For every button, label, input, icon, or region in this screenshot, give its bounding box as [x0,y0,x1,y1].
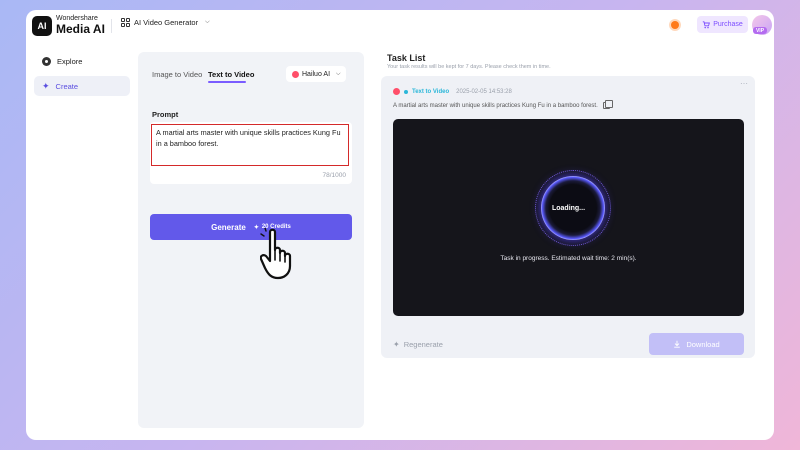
grid-icon [121,18,130,27]
prompt-input[interactable]: A martial arts master with unique skills… [151,124,349,166]
task-list-subtitle: Your task results will be kept for 7 day… [387,64,551,70]
sparkle-icon: ✦ [42,80,50,91]
task-meta: Text to Video 2025-02-05 14:53:28 [393,88,512,95]
brand: Wondershare Media AI [56,15,105,35]
brand-name: Media AI [56,22,105,36]
chevron-down-icon: ⌵ [336,70,341,77]
app-window: AI Wondershare Media AI AI Video Generat… [26,10,774,440]
generate-label: Generate [211,222,246,232]
model-select[interactable]: Hailuo AI ⌵ [286,66,346,82]
progress-status: Task in progress. Estimated wait time: 2… [500,255,637,262]
purchase-button[interactable]: Purchase [697,16,748,33]
compass-icon [42,56,51,66]
video-preview: Loading... Task in progress. Estimated w… [393,119,744,316]
notification-icon[interactable] [671,21,679,29]
chevron-down-icon: ⌵ [205,19,210,25]
task-prompt: A martial arts master with unique skills… [393,100,614,109]
more-options-icon[interactable]: ⋯ [740,79,749,88]
cart-icon [703,20,711,28]
download-label: Download [686,339,720,349]
tab-text-to-video[interactable]: Text to Video [208,70,254,79]
brand-top-text: Wondershare [56,15,98,22]
prompt-label: Prompt [152,110,179,119]
vip-badge: VIP [753,27,767,34]
model-label: Hailuo AI [302,70,331,78]
regenerate-label: Regenerate [403,340,443,349]
generate-button[interactable]: Generate ✦ 20 Credits [150,214,352,240]
tab-image-to-video[interactable]: Image to Video [152,70,202,79]
top-header: AI Wondershare Media AI AI Video Generat… [26,10,774,42]
generator-panel: Image to Video Text to Video Hailuo AI ⌵… [138,52,364,428]
purchase-label: Purchase [713,21,743,28]
generator-label: AI Video Generator [134,18,199,27]
regenerate-button[interactable]: ✦ Regenerate [393,340,443,349]
credits-sparkle-icon: ✦ [253,224,259,231]
sidebar-item-explore[interactable]: Explore [34,51,130,71]
model-logo-icon [292,70,299,78]
hand-cursor-icon [260,228,292,280]
generator-switcher[interactable]: AI Video Generator ⌵ [121,18,210,27]
active-tab-indicator [208,81,246,83]
copy-icon[interactable] [602,100,614,109]
loading-label: Loading... [551,205,586,212]
task-card: ⋯ Text to Video 2025-02-05 14:53:28 A ma… [381,76,755,358]
download-button[interactable]: Download [649,333,744,355]
sparkle-icon: ✦ [393,340,400,349]
sidebar-item-label: Create [55,81,79,91]
task-type: Text to Video [412,88,450,95]
task-timestamp: 2025-02-05 14:53:28 [456,88,512,95]
model-logo-icon [393,88,400,95]
char-count: 78/1000 [322,172,347,179]
header-divider [111,19,112,33]
logo-icon: AI [32,16,52,36]
task-prompt-text: A martial arts master with unique skills… [393,102,598,109]
download-icon [674,340,681,348]
prompt-card: A martial arts master with unique skills… [150,122,352,184]
status-dot-icon [404,89,408,94]
sidebar-item-create[interactable]: ✦ Create [34,76,130,96]
task-list-title: Task List [387,53,426,63]
sidebar-item-label: Explore [57,56,83,66]
